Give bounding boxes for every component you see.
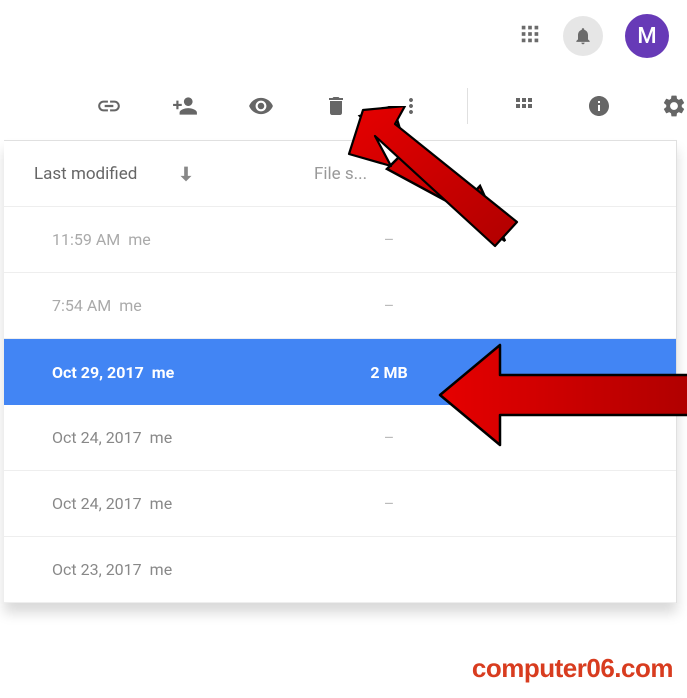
cell-owner-text: me: [150, 428, 173, 447]
file-list: Last modified File s... 11:59 AMme–7:54 …: [4, 140, 677, 603]
more-vert-icon[interactable]: [399, 93, 424, 119]
grid-view-icon[interactable]: [512, 93, 537, 119]
eye-icon[interactable]: [248, 93, 274, 119]
cell-owner-text: me: [119, 296, 142, 315]
info-icon[interactable]: [586, 93, 611, 119]
cell-time-text: Oct 29, 2017: [52, 363, 144, 382]
watermark: computer06.com: [472, 653, 673, 684]
cell-owner-text: me: [150, 560, 173, 579]
cell-size: –: [314, 230, 464, 249]
cell-owner-text: me: [150, 494, 173, 513]
action-toolbar: [0, 72, 687, 140]
top-bar: M: [0, 0, 687, 72]
column-size-label: File s...: [314, 164, 367, 184]
cell-modified: Oct 29, 2017 me: [4, 363, 314, 382]
table-row[interactable]: Oct 24, 2017 me –: [4, 471, 676, 537]
avatar-initial: M: [637, 24, 656, 49]
share-user-icon[interactable]: [172, 93, 198, 119]
toolbar-divider: [467, 88, 468, 124]
sort-down-icon: [175, 163, 197, 185]
cell-size: –: [314, 494, 464, 513]
cell-time-text: Oct 24, 2017: [52, 494, 142, 513]
table-row[interactable]: 11:59 AM me –: [4, 207, 676, 273]
cell-time-text: Oct 23, 2017: [52, 560, 142, 579]
cell-modified: 7:54 AM me: [4, 296, 314, 315]
cell-owner-text: me: [128, 230, 151, 249]
cell-size: –: [314, 296, 464, 315]
cell-modified: 11:59 AM me: [4, 230, 314, 249]
notifications-icon[interactable]: [563, 16, 603, 56]
table-row[interactable]: Oct 23, 2017 me: [4, 537, 676, 603]
cell-time-text: Oct 24, 2017: [52, 428, 142, 447]
cell-size: 2 MB: [314, 363, 464, 382]
cell-modified: Oct 24, 2017 me: [4, 494, 314, 513]
cell-time-text: 11:59 AM: [52, 230, 120, 249]
avatar[interactable]: M: [625, 14, 669, 58]
table-row[interactable]: Oct 24, 2017 me –: [4, 405, 676, 471]
cell-modified: Oct 23, 2017 me: [4, 560, 314, 579]
trash-icon[interactable]: [324, 93, 349, 119]
cell-size: –: [314, 428, 464, 447]
column-size[interactable]: File s...: [314, 164, 367, 184]
table-row[interactable]: Oct 29, 2017 me 2 MB: [4, 339, 676, 405]
cell-time-text: 7:54 AM: [52, 296, 111, 315]
gear-icon[interactable]: [661, 93, 687, 119]
column-modified[interactable]: Last modified: [4, 163, 314, 185]
cell-owner-text: me: [152, 363, 175, 382]
list-header: Last modified File s...: [4, 141, 676, 207]
apps-icon[interactable]: [519, 23, 541, 49]
cell-modified: Oct 24, 2017 me: [4, 428, 314, 447]
column-modified-label: Last modified: [34, 164, 137, 184]
table-row[interactable]: 7:54 AM me –: [4, 273, 676, 339]
link-icon[interactable]: [96, 93, 122, 119]
